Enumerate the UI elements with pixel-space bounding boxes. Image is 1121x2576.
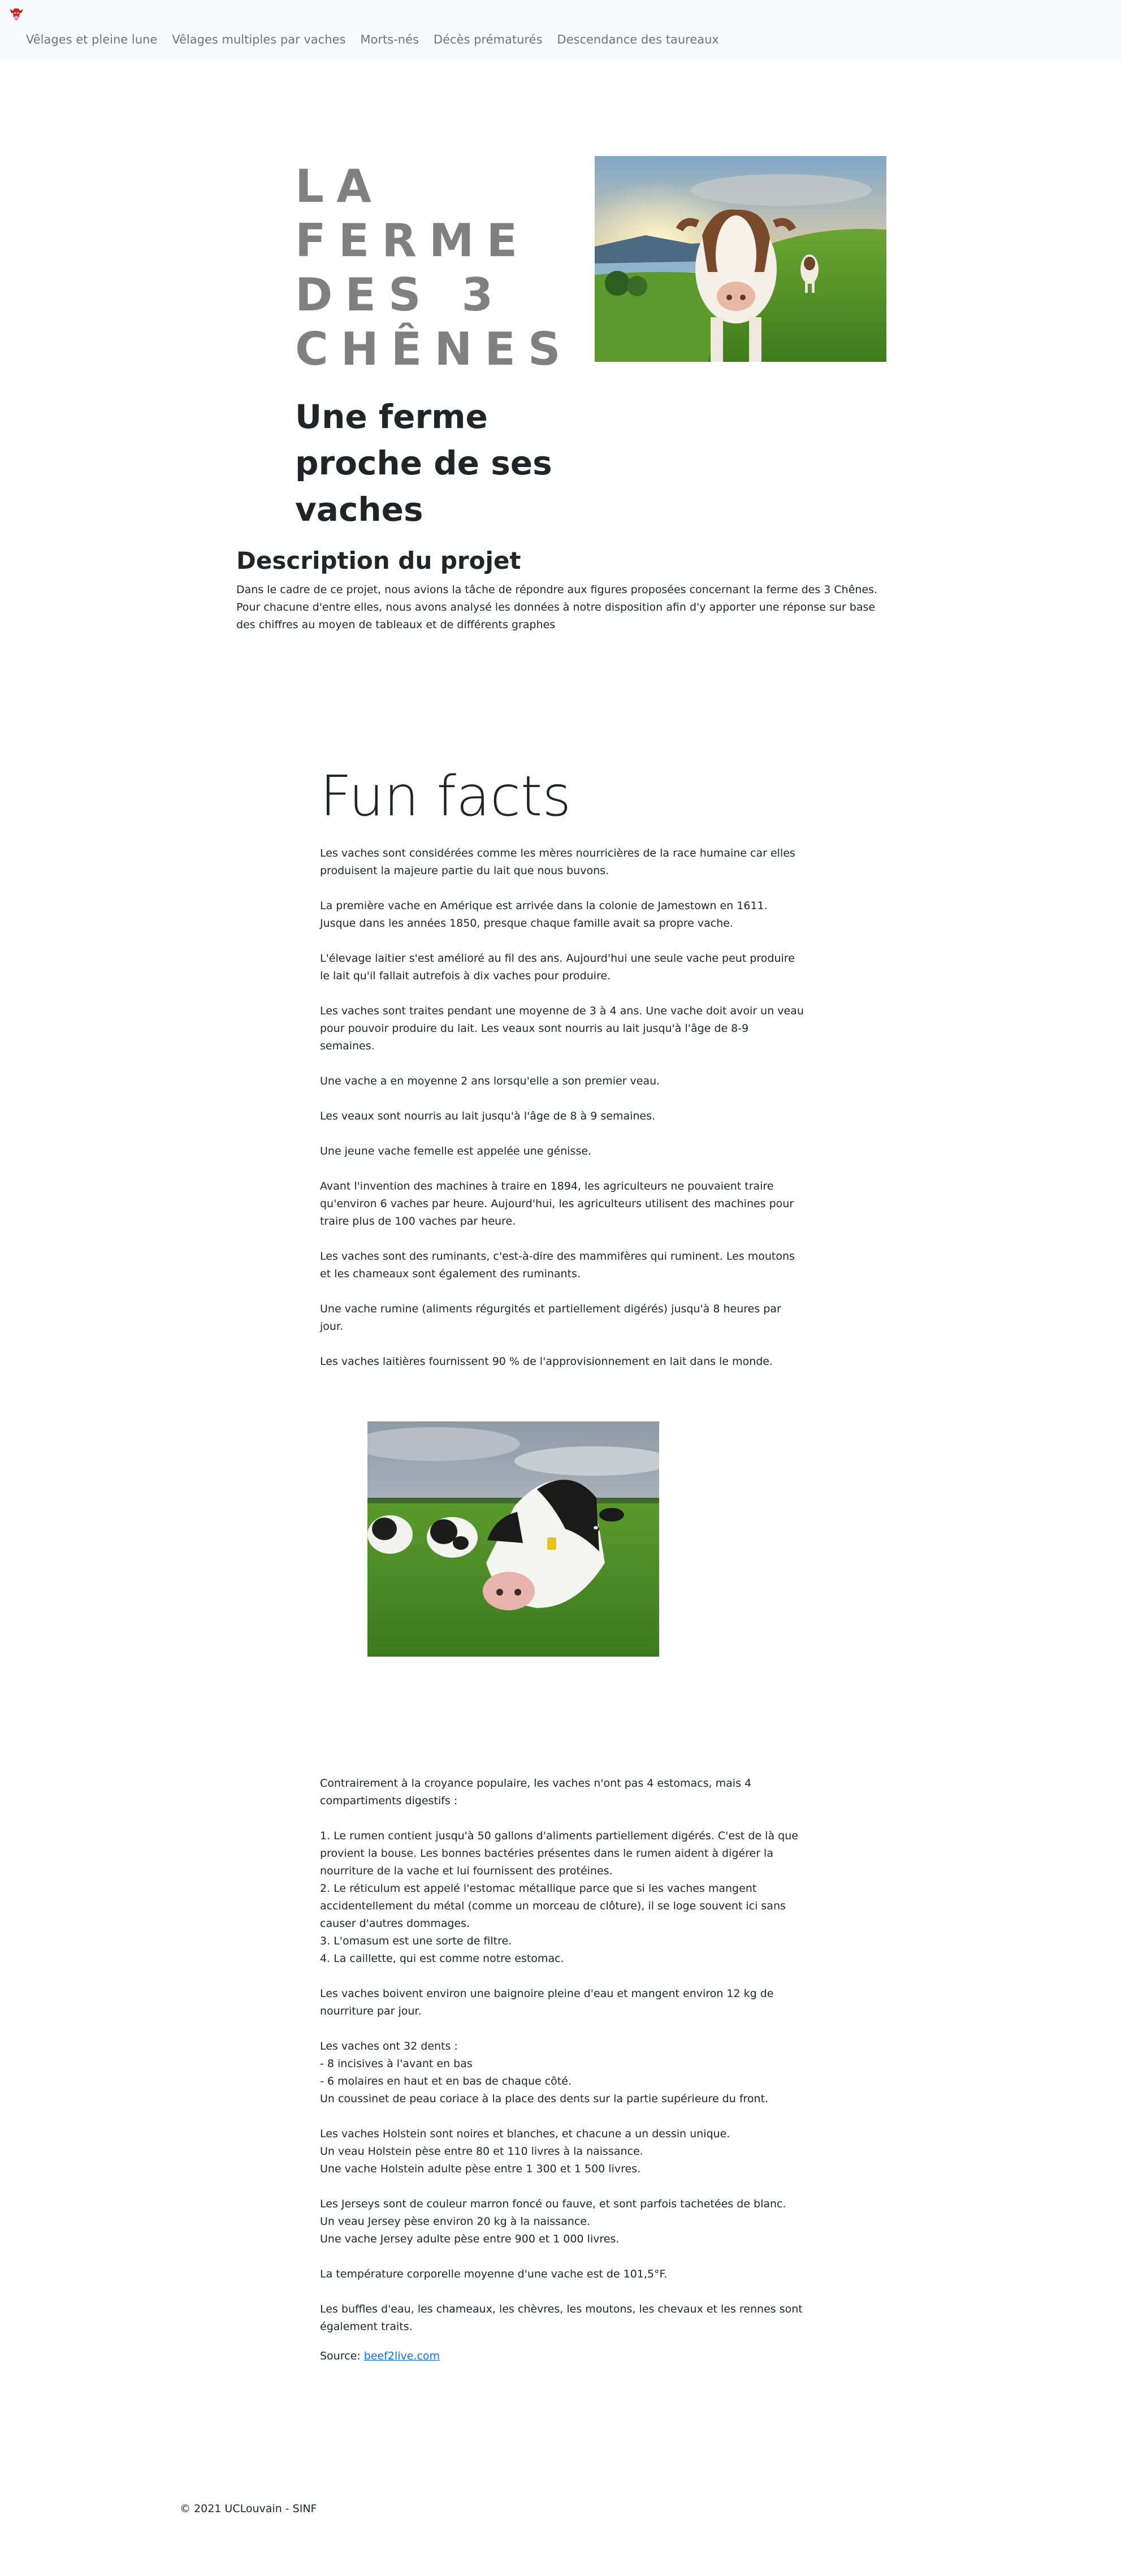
fact-line: Un veau Holstein pèse entre 80 et 110 li… <box>320 2145 643 2158</box>
fact-item: Les buffles d'eau, les chameaux, les chè… <box>320 2301 817 2336</box>
fact-line: Un veau Jersey pèse environ 20 kg à la n… <box>320 2215 590 2228</box>
fact-line: Les vaches boivent environ une baignoire… <box>320 1987 774 2017</box>
fact-item: Les vaches sont traites pendant une moye… <box>320 1005 804 1052</box>
fact-item: Contrairement à la croyance populaire, l… <box>320 1775 817 1810</box>
holstein-cows-image <box>367 1421 659 1657</box>
nav-link-morts-nes[interactable]: Morts-nés <box>360 33 419 46</box>
footer-copyright: © 2021 UCLouvain - SINF <box>180 2502 317 2515</box>
fact-line: 4. La caillette, qui est comme notre est… <box>320 1952 564 1965</box>
fact-item: Les vaches ont 32 dents : - 8 incisives … <box>320 2038 817 2108</box>
fact-item: Avant l'invention des machines à traire … <box>320 1180 794 1228</box>
fact-line: Les buffles d'eau, les chameaux, les chè… <box>320 2303 803 2333</box>
source-label: Source: <box>320 2350 364 2362</box>
fact-line: Une vache Jersey adulte pèse entre 900 e… <box>320 2233 620 2245</box>
fact-item: L'élevage laitier s'est amélioré au fil … <box>320 952 795 982</box>
fun-facts-list: Les vaches sont considérées comme les mè… <box>320 845 806 1388</box>
fun-facts-title: Fun facts <box>320 764 572 829</box>
navbar: Vêlages et pleine lune Vêlages multiples… <box>0 0 1121 61</box>
fun-facts-list-2: Contrairement à la croyance populaire, l… <box>320 1775 817 2365</box>
fact-item: 1. Le rumen contient jusqu'à 50 gallons … <box>320 1827 817 1968</box>
fact-item: Les vaches Holstein sont noires et blanc… <box>320 2125 817 2178</box>
nav-link-velages-pleine-lune[interactable]: Vêlages et pleine lune <box>26 33 157 46</box>
source-line: Source: beef2live.com <box>320 2348 817 2365</box>
fact-item: Les vaches boivent environ une baignoire… <box>320 1985 817 2020</box>
fact-item: La température corporelle moyenne d'une … <box>320 2266 817 2283</box>
hero-cow-image <box>595 156 886 362</box>
fact-item: Les vaches sont considérées comme les mè… <box>320 847 795 877</box>
fact-line: Les vaches Holstein sont noires et blanc… <box>320 2128 730 2140</box>
fact-item: Les Jerseys sont de couleur marron foncé… <box>320 2195 817 2248</box>
nav-link-velages-multiples[interactable]: Vêlages multiples par vaches <box>172 33 345 46</box>
fact-item: Une vache a en moyenne 2 ans lorsqu'elle… <box>320 1075 660 1087</box>
fact-line: Un coussinet de peau coriace à la place … <box>320 2093 769 2105</box>
fact-line: La température corporelle moyenne d'une … <box>320 2268 668 2280</box>
fact-line: Contrairement à la croyance populaire, l… <box>320 1777 752 1807</box>
page-title-line: CHÊNES <box>295 323 573 375</box>
fact-item: Les vaches sont des ruminants, c'est-à-d… <box>320 1250 795 1280</box>
fact-item: Les veaux sont nourris au lait jusqu'à l… <box>320 1110 656 1122</box>
nav-link-descendance-taureaux[interactable]: Descendance des taureaux <box>557 33 719 46</box>
page-title-line: DES 3 <box>295 269 506 321</box>
nav-link-deces-prematures[interactable]: Décès prématurés <box>434 33 543 46</box>
fact-item: Les vaches laitières fournissent 90 % de… <box>320 1355 773 1368</box>
fact-line: Les Jerseys sont de couleur marron foncé… <box>320 2198 786 2210</box>
fact-item: La première vache en Amérique est arrivé… <box>320 900 768 930</box>
fact-item: Une jeune vache femelle est appelée une … <box>320 1145 592 1157</box>
fact-line: - 8 incisives à l'avant en bas <box>320 2058 473 2070</box>
fact-line: Une vache Holstein adulte pèse entre 1 3… <box>320 2163 641 2175</box>
page-subtitle: Une ferme proche de ses vaches <box>295 397 552 529</box>
fact-line: - 6 molaires en haut et en bas de chaque… <box>320 2075 572 2087</box>
page-title-line: LA <box>295 160 384 213</box>
fact-line: 1. Le rumen contient jusqu'à 50 gallons … <box>320 1830 798 1877</box>
description-title: Description du projet <box>236 547 521 574</box>
page-title-line: FERME <box>295 214 530 267</box>
cow-head-icon[interactable] <box>8 6 25 21</box>
description-text: Dans le cadre de ce projet, nous avions … <box>236 584 878 631</box>
fact-line: 3. L'omasum est une sorte de filtre. <box>320 1935 512 1947</box>
fact-line: Les vaches ont 32 dents : <box>320 2040 458 2052</box>
nav-links: Vêlages et pleine lune Vêlages multiples… <box>26 33 719 46</box>
fact-line: 2. Le réticulum est appelé l'estomac mét… <box>320 1882 786 1930</box>
page-title: LA FERME DES 3 CHÊNES <box>295 159 589 377</box>
source-link[interactable]: beef2live.com <box>364 2350 440 2362</box>
fact-item: Une vache rumine (aliments régurgités et… <box>320 1303 781 1333</box>
